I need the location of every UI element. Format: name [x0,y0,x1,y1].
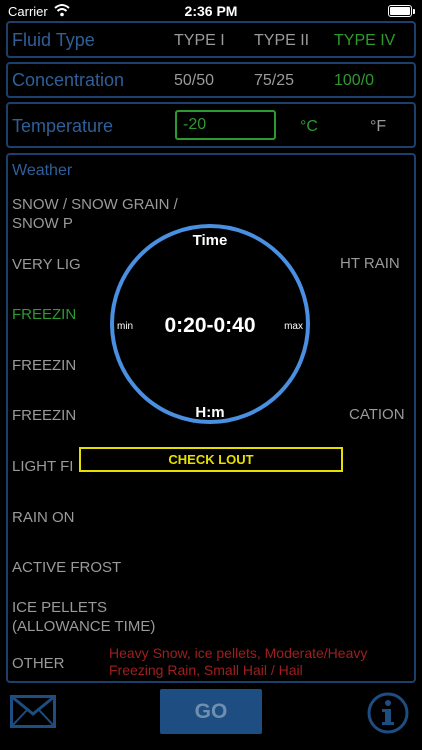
weather-item-very-light[interactable]: VERY LIG [12,255,81,274]
unit-fahrenheit-option[interactable]: °F [370,118,386,136]
timer-value: 0:20-0:40 [164,314,256,337]
weather-item-ice-pellets[interactable]: ICE PELLETS (ALLOWANCE TIME) [12,598,155,636]
weather-item-other[interactable]: OTHER [12,654,65,673]
temperature-input[interactable]: -20 [175,110,276,140]
unit-celsius-option[interactable]: °C [300,118,318,136]
check-lout-button[interactable]: CHECK LOUT [79,447,343,472]
other-note: Heavy Snow, ice pellets, Moderate/Heavy … [109,645,368,678]
concentration-option-50-50[interactable]: 50/50 [174,72,214,90]
battery-icon [388,5,415,17]
timer-max-label: max [284,321,303,332]
fluid-type-row: Fluid Type TYPE I TYPE II TYPE IV [6,21,416,58]
temperature-row: Temperature -20 °C °F [6,102,416,148]
fluid-type-label: Fluid Type [12,30,95,50]
concentration-label: Concentration [12,70,125,90]
timer-title: Time [192,232,228,249]
concentration-option-75-25[interactable]: 75/25 [254,72,294,90]
fluid-type-option-type-iv[interactable]: TYPE IV [334,32,395,50]
status-bar: Carrier 2:36 PM [0,0,422,22]
weather-item-rain-on[interactable]: RAIN ON [12,508,75,527]
weather-item-freezing-3[interactable]: FREEZIN [12,406,76,425]
info-icon[interactable] [367,692,409,734]
mail-icon[interactable] [10,695,56,728]
fluid-type-option-type-ii[interactable]: TYPE II [254,32,309,50]
clock: 2:36 PM [184,3,238,19]
go-button[interactable]: GO [160,689,262,734]
weather-item-snow[interactable]: SNOW / SNOW GRAIN / SNOW P [12,195,178,233]
fluid-type-option-type-i[interactable]: TYPE I [174,32,225,50]
weather-item-freezing-1[interactable]: FREEZIN [12,305,76,324]
weather-item-light-rain-right[interactable]: HT RAIN [340,255,400,272]
holdover-timer: Time min 0:20-0:40 max H:m [110,224,310,424]
timer-unit: H:m [195,404,225,421]
weather-title: Weather [12,162,73,179]
temperature-label: Temperature [12,116,114,136]
concentration-row: Concentration 50/50 75/25 100/0 [6,62,416,98]
weather-item-light-fog[interactable]: LIGHT FI [12,457,73,476]
weather-item-precipitation-right[interactable]: CATION [349,406,405,423]
concentration-option-100-0[interactable]: 100/0 [334,72,374,90]
weather-item-freezing-2[interactable]: FREEZIN [12,356,76,375]
weather-item-active-frost[interactable]: ACTIVE FROST [12,558,121,577]
